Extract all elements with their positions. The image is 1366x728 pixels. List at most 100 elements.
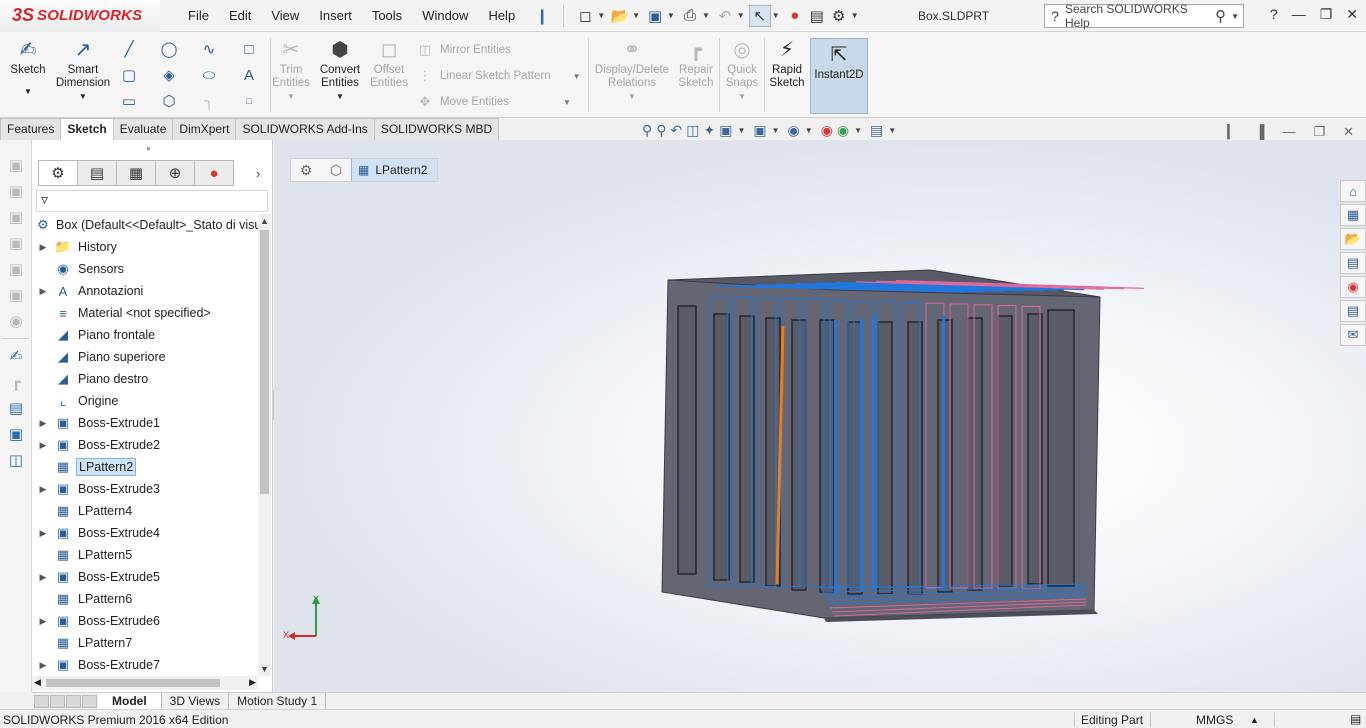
select-pointer-icon[interactable]: ↖ [748, 4, 771, 27]
feature-tree-tab-icon[interactable]: ⚙ [38, 160, 78, 186]
expand-arrow-icon[interactable]: ▶ [38, 572, 48, 583]
tab-motion-study-1[interactable]: Motion Study 1 [229, 693, 327, 710]
tab-sketch[interactable]: Sketch [60, 118, 114, 140]
restore-icon[interactable]: ❐ [1313, 124, 1325, 140]
menu-edit[interactable]: Edit [219, 8, 261, 23]
rapid-sketch-button[interactable]: ⚡ Rapid Sketch [766, 38, 808, 90]
minimize-icon[interactable]: — [1282, 124, 1295, 140]
tree-item[interactable]: ▦ LPattern2 [32, 456, 258, 478]
sphere-icon[interactable]: ◉ [0, 308, 32, 334]
open-folder-icon[interactable]: 📂 [609, 5, 631, 27]
quick-tips-icon[interactable]: ▤ [1350, 712, 1361, 726]
cube-icon[interactable]: ▣ [0, 230, 32, 256]
expand-arrow-icon[interactable]: ▶ [38, 616, 48, 627]
expand-arrow-icon[interactable]: ▶ [38, 484, 48, 495]
options-gear-icon[interactable]: ⚙ [828, 5, 850, 27]
close-icon[interactable]: ✕ [1346, 6, 1358, 23]
chevron-down-icon[interactable]: ▼ [772, 11, 780, 20]
configuration-manager-tab-icon[interactable]: ▦ [116, 160, 156, 186]
tree-vertical-scrollbar[interactable]: ▲ ▼ [258, 214, 271, 676]
expand-arrow-icon[interactable]: ▶ [38, 528, 48, 539]
chevron-down-icon[interactable]: ▼ [258, 664, 271, 674]
tab-model[interactable]: Model [98, 693, 162, 710]
panel-grip-icon[interactable]: ● [146, 144, 151, 153]
display-delete-relations-button[interactable]: ⚭ Display/Delete Relations ▼ [592, 38, 672, 103]
spline-icon[interactable]: ∿ [198, 38, 220, 60]
box-model-viewport[interactable] [274, 140, 1366, 692]
expand-arrow-icon[interactable]: ▶ [38, 418, 48, 429]
chevron-down-icon[interactable]: ▼ [667, 11, 675, 20]
next-tab-icon[interactable] [66, 694, 81, 708]
tree-item[interactable]: ◉ Sensors [32, 258, 258, 280]
new-document-icon[interactable]: ◻ [574, 5, 596, 27]
tab-dimxpert[interactable]: DimXpert [172, 118, 237, 140]
polygon-fillet-icon[interactable]: ◈ [158, 64, 180, 86]
property-manager-tab-icon[interactable]: ▤ [77, 160, 117, 186]
chevron-down-icon[interactable]: ▼ [805, 126, 813, 135]
ellipse-icon[interactable]: ⬭ [198, 64, 220, 86]
menu-insert[interactable]: Insert [309, 8, 362, 23]
zoom-to-fit-icon[interactable]: ⚲ [642, 122, 652, 139]
chevron-down-icon[interactable]: ▼ [738, 90, 746, 103]
chevron-down-icon[interactable]: ▼ [854, 126, 862, 135]
fillet-icon[interactable]: ╮ [198, 90, 220, 112]
chevron-down-icon[interactable]: ▼ [1231, 12, 1239, 21]
tree-item[interactable]: ▶ ▣ Boss-Extrude6 [32, 610, 258, 632]
graphics-area[interactable]: ⚙ ⬡ ▦ LPattern2 ⌂ ▦ 📂 ▤ ◉ ▤ ✉ Y X [274, 140, 1366, 692]
chevron-right-icon[interactable]: ▶ [249, 677, 256, 688]
linear-sketch-pattern-button[interactable]: ⋮ Linear Sketch Pattern ▼ [416, 68, 581, 84]
tree-item[interactable]: ▦ LPattern6 [32, 588, 258, 610]
trim-entities-button[interactable]: ✂ Trim Entities ▼ [272, 38, 310, 103]
tree-item[interactable]: ▶ ▣ Boss-Extrude2 [32, 434, 258, 456]
mirror-entities-button[interactable]: ◫ Mirror Entities [416, 42, 511, 58]
dimxpert-manager-tab-icon[interactable]: ⊕ [155, 160, 195, 186]
chevron-down-icon[interactable]: ▼ [597, 11, 605, 20]
tab-evaluate[interactable]: Evaluate [112, 118, 174, 140]
dock-left-icon[interactable]: ▎ [1227, 124, 1237, 140]
tree-item[interactable]: ▶ ▣ Boss-Extrude3 [32, 478, 258, 500]
restore-icon[interactable]: ❐ [1320, 6, 1333, 23]
zoom-to-area-icon[interactable]: ⚲ [656, 122, 666, 139]
tree-item[interactable]: ▶ ▣ Boss-Extrude5 [32, 566, 258, 588]
tree-item[interactable]: ◢ Piano frontale [32, 324, 258, 346]
first-tab-icon[interactable] [34, 694, 49, 708]
tree-item[interactable]: ≡ Material <not specified> [32, 302, 258, 324]
chevron-down-icon[interactable]: ▼ [772, 126, 780, 135]
display-icon[interactable]: ▤ [0, 395, 32, 421]
undo-icon[interactable]: ↶ [714, 5, 736, 27]
chevron-right-icon[interactable]: › [256, 166, 260, 181]
chevron-down-icon[interactable]: ▼ [632, 11, 640, 20]
rebuild-icon[interactable]: ● [784, 5, 806, 27]
move-entities-button[interactable]: ✥ Move Entities ▼ [416, 94, 571, 110]
section-icon[interactable]: ◫ [0, 447, 32, 473]
chevron-left-icon[interactable]: ◀ [34, 677, 41, 688]
line-icon[interactable]: ╱ [118, 38, 140, 60]
tree-item[interactable]: ▶ ▣ Boss-Extrude1 [32, 412, 258, 434]
tab-features[interactable]: Features [0, 118, 62, 140]
dashed-rectangle-icon[interactable]: □ [238, 38, 260, 60]
tree-horizontal-scrollbar[interactable]: ◀ ▶ [32, 676, 258, 690]
units-selector[interactable]: MMGS [1196, 713, 1233, 727]
tab-solidworks-add-ins[interactable]: SOLIDWORKS Add-Ins [235, 118, 375, 140]
tree-item[interactable]: ⌞ Origine [32, 390, 258, 412]
extrude-icon[interactable]: ▣ [0, 421, 32, 447]
hide-show-items-icon[interactable]: ◉ [788, 122, 800, 139]
tab-3d-views[interactable]: 3D Views [162, 693, 230, 710]
expand-arrow-icon[interactable]: ▶ [38, 440, 48, 451]
minimize-icon[interactable]: — [1292, 6, 1306, 23]
chevron-down-icon[interactable]: ▼ [287, 90, 295, 103]
rectangle-icon[interactable]: ▢ [118, 64, 140, 86]
menu-file[interactable]: File [178, 8, 219, 23]
chevron-down-icon[interactable]: ▼ [702, 11, 710, 20]
chevron-down-icon[interactable]: ▼ [79, 90, 87, 103]
scroll-thumb[interactable] [260, 230, 269, 494]
display-manager-tab-icon[interactable]: ● [194, 160, 234, 186]
offset-entities-button[interactable]: ◻ Offset Entities [368, 38, 410, 90]
chevron-up-icon[interactable]: ▲ [258, 216, 271, 226]
chevron-down-icon[interactable]: ▼ [628, 90, 636, 103]
chevron-down-icon[interactable]: ▼ [336, 90, 344, 103]
menu-view[interactable]: View [261, 8, 309, 23]
text-icon[interactable]: A [238, 64, 260, 86]
chevron-down-icon[interactable]: ▼ [737, 126, 745, 135]
search-icon[interactable]: ⚲ [1215, 7, 1226, 25]
